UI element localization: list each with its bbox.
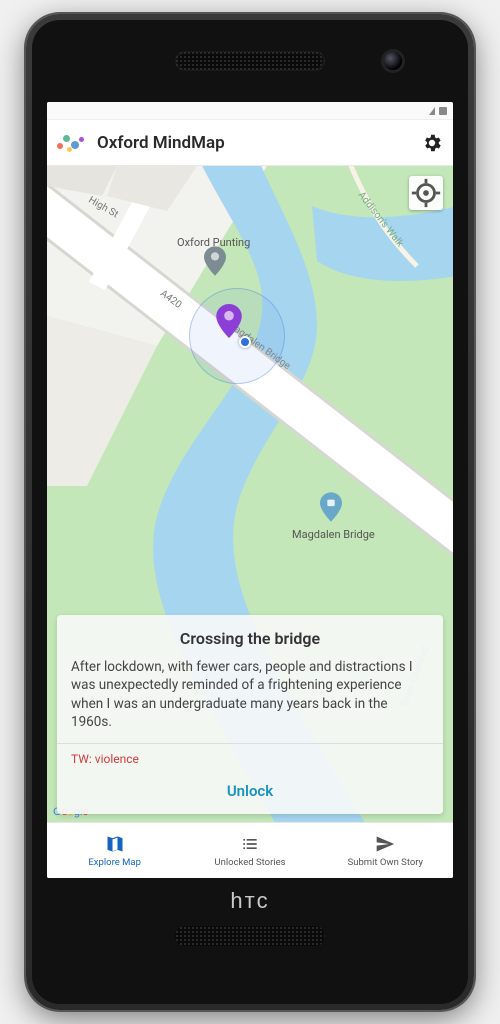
nav-tab-submit[interactable]: Submit Own Story [318, 823, 453, 878]
map-pin-icon [216, 304, 242, 338]
battery-icon [439, 107, 447, 115]
user-location-dot [239, 336, 251, 348]
trigger-warning-label: TW: violence [71, 752, 429, 766]
unlock-button[interactable]: Unlock [71, 770, 429, 814]
poi-pin-magdalen-bridge[interactable] [320, 492, 342, 522]
locate-me-button[interactable] [409, 176, 443, 210]
bottom-nav: Explore Map Unlocked Stories Submit Own … [47, 822, 453, 878]
card-divider [57, 743, 443, 744]
send-icon [375, 834, 395, 854]
device-screen: Oxford MindMap [47, 102, 453, 878]
story-card: Crossing the bridge After lockdown, with… [57, 615, 443, 814]
place-label-magdalen-bridge: Magdalen Bridge [292, 528, 375, 541]
nav-label-explore: Explore Map [88, 857, 141, 868]
nav-label-submit: Submit Own Story [348, 857, 423, 868]
bottom-speaker [175, 926, 325, 946]
app-header: Oxford MindMap [47, 120, 453, 166]
story-excerpt: After lockdown, with fewer cars, people … [71, 658, 429, 731]
earpiece-speaker [175, 51, 325, 71]
list-icon [240, 834, 260, 854]
phone-top-hardware [32, 20, 468, 102]
story-pin-selected[interactable] [216, 304, 242, 338]
front-camera [384, 52, 402, 70]
phone-brand-logo: hтc [230, 888, 269, 914]
phone-inner: Oxford MindMap [32, 20, 468, 1004]
crosshair-icon [409, 176, 443, 210]
map-view[interactable]: High St A420 Magdalen Bridge Addison's W… [47, 166, 453, 822]
cell-signal-icon [429, 107, 435, 115]
status-bar [47, 102, 453, 120]
poi-pin-punting[interactable] [204, 246, 226, 276]
map-pin-icon [204, 246, 226, 276]
settings-button[interactable] [421, 132, 443, 154]
gear-icon [421, 132, 443, 154]
nav-label-unlocked: Unlocked Stories [214, 857, 285, 868]
nav-tab-explore[interactable]: Explore Map [47, 823, 182, 878]
map-icon [105, 834, 125, 854]
app-logo-icon [57, 133, 87, 153]
phone-frame: Oxford MindMap [26, 14, 474, 1010]
app-title: Oxford MindMap [87, 133, 421, 153]
map-pin-icon [320, 492, 342, 522]
story-title: Crossing the bridge [71, 629, 429, 648]
nav-tab-unlocked[interactable]: Unlocked Stories [182, 823, 317, 878]
phone-chin: hтc [32, 878, 468, 1004]
